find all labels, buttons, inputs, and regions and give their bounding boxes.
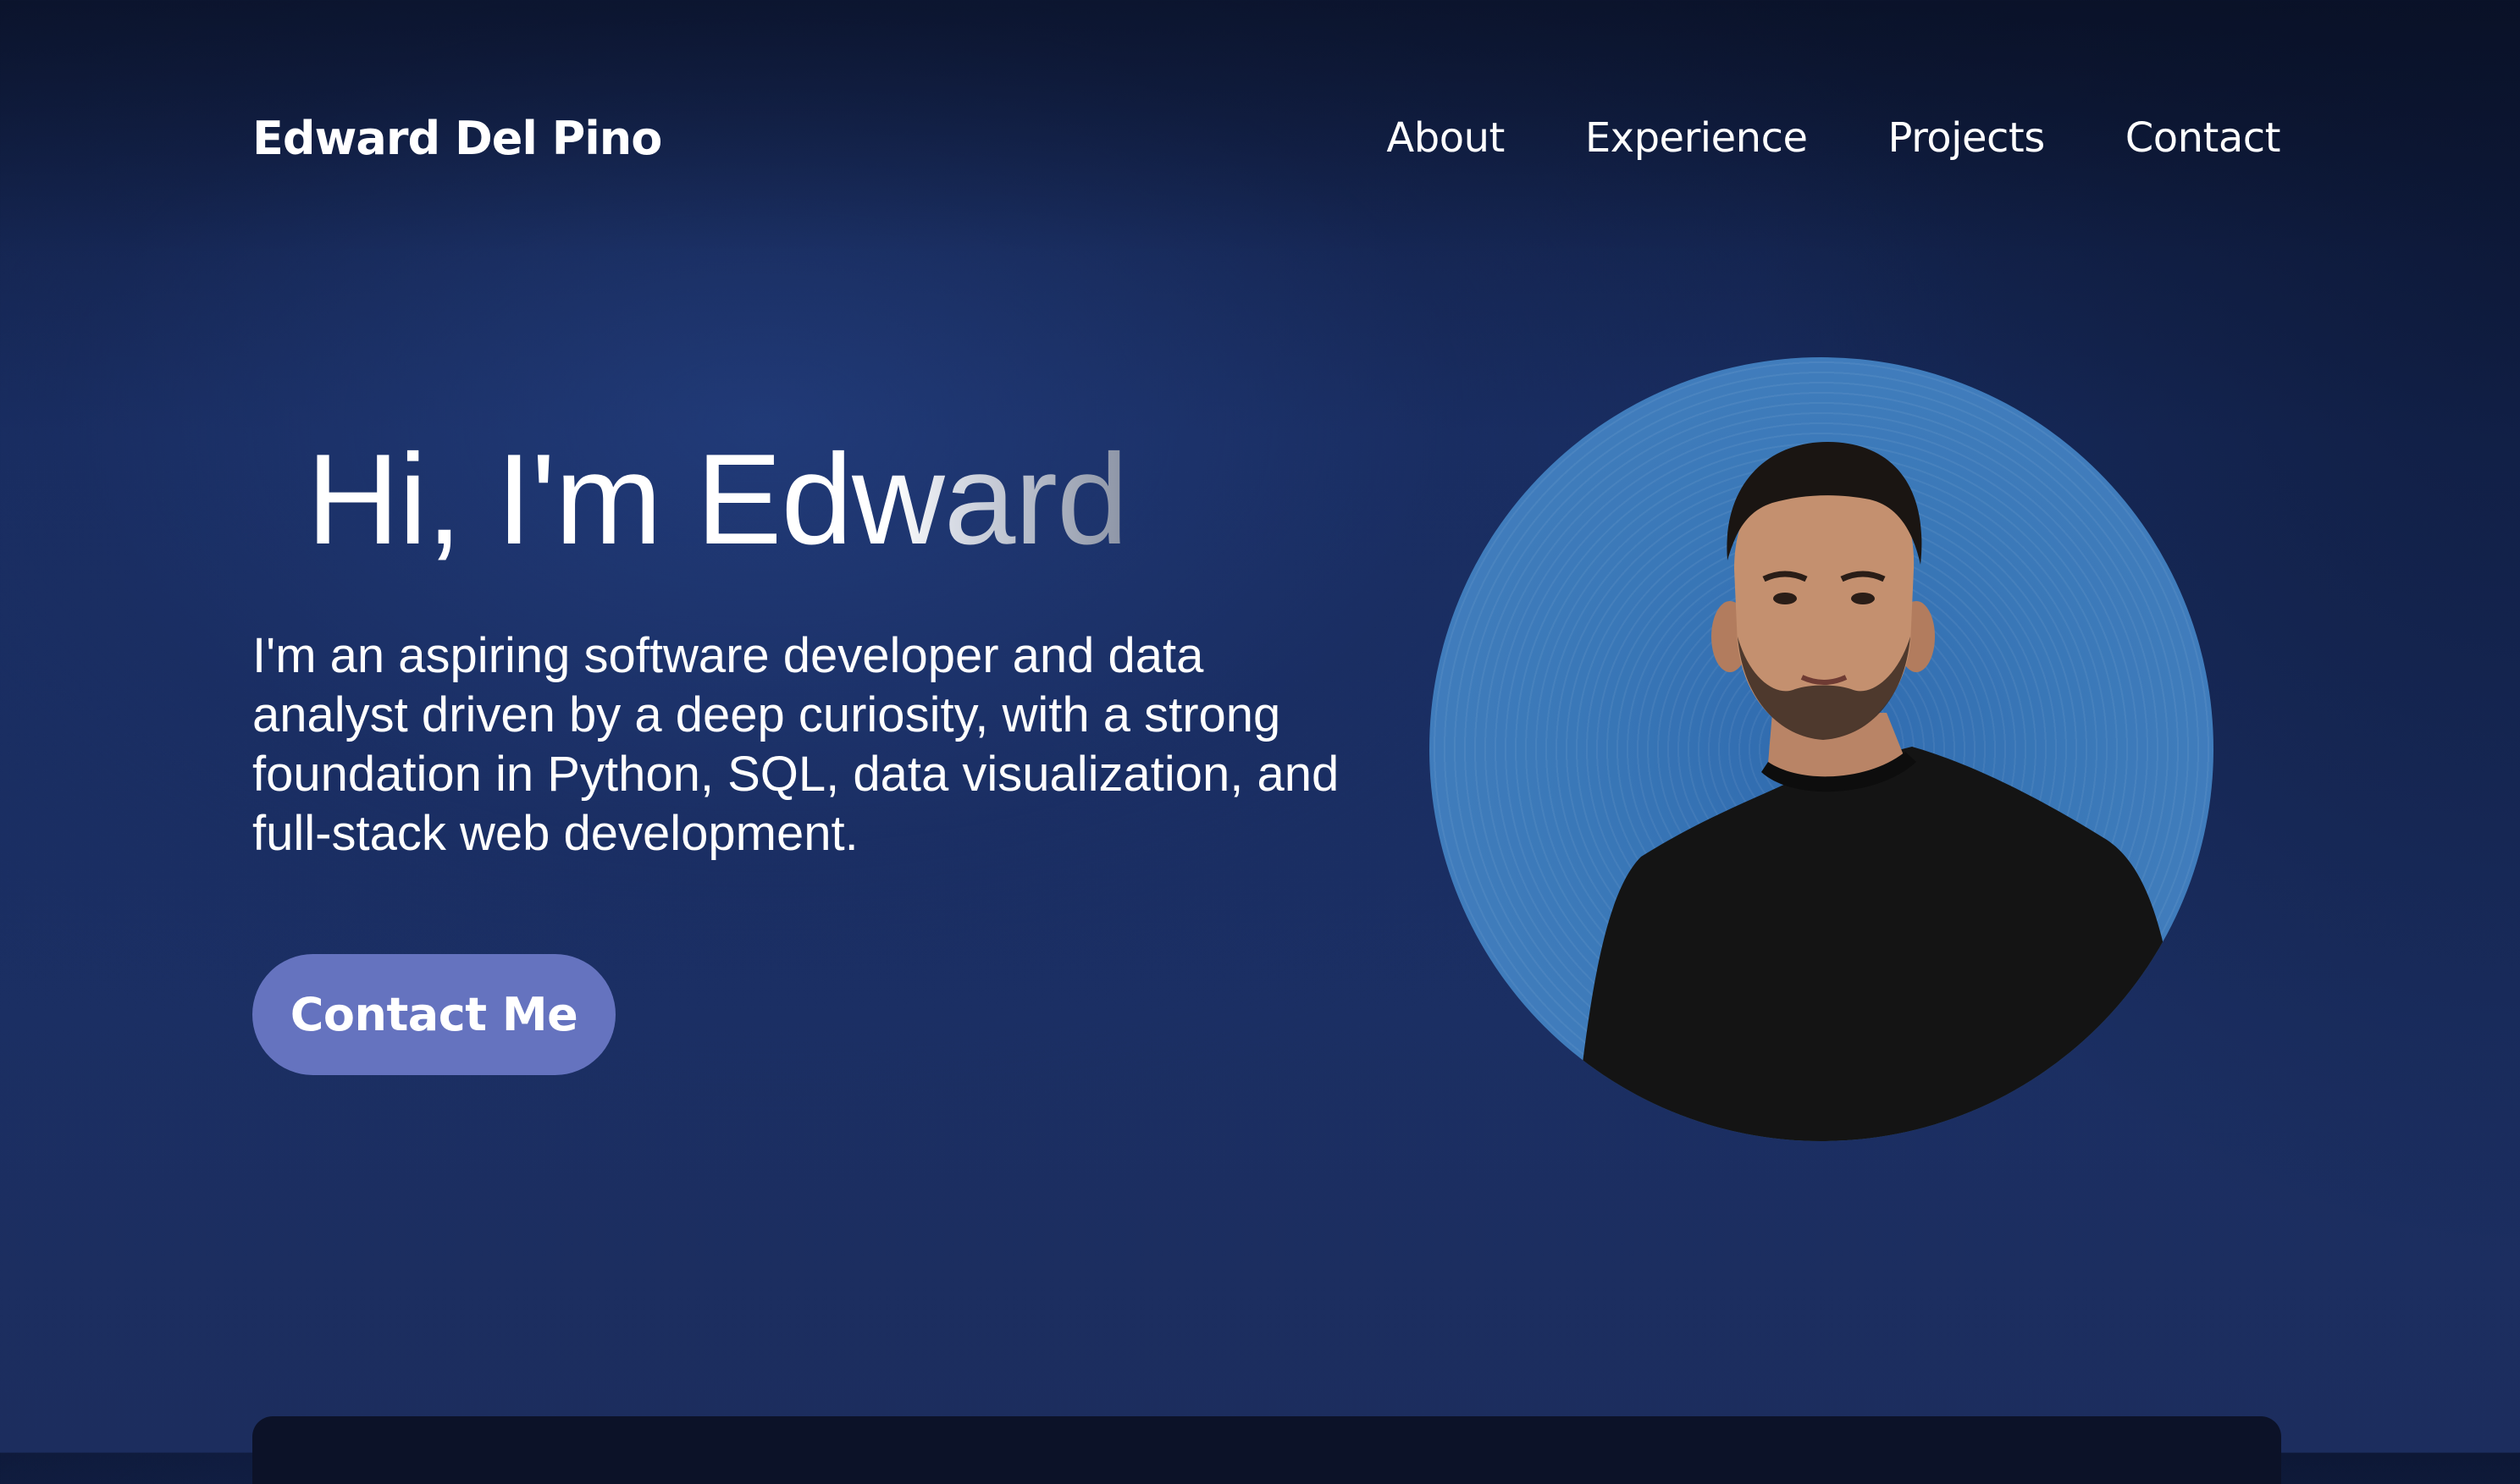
nav-link-contact[interactable]: Contact	[2125, 114, 2281, 162]
nav-link-experience[interactable]: Experience	[1585, 114, 1808, 162]
profile-photo	[1429, 357, 2213, 1141]
hero-description: I'm an aspiring software developer and d…	[252, 628, 1340, 861]
about-section-preview	[252, 1416, 2281, 1484]
contact-me-button[interactable]: Contact Me	[252, 954, 616, 1075]
nav-links: About Experience Projects Contact	[1386, 114, 2280, 162]
nav-link-about[interactable]: About	[1386, 114, 1505, 162]
top-nav: Edward Del Pino About Experience Project…	[252, 100, 2281, 176]
nav-link-projects[interactable]: Projects	[1888, 114, 2046, 162]
brand-logo[interactable]: Edward Del Pino	[252, 112, 662, 165]
hero-title: Hi, I'm Edward	[307, 423, 1128, 576]
person-silhouette-icon	[1573, 442, 2191, 1141]
